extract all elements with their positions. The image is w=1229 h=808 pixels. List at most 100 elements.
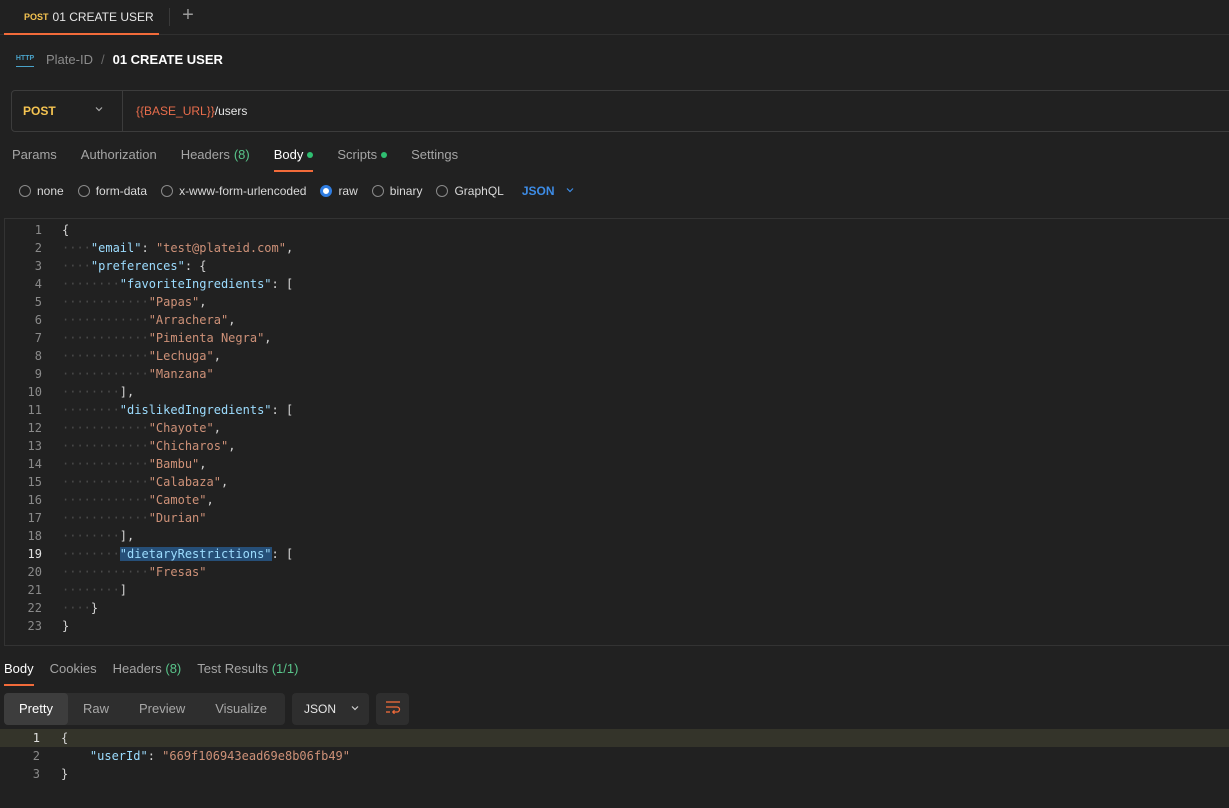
line-number: 14 [27,457,42,471]
radio-button[interactable] [77,185,90,197]
code-text: ········], [62,385,135,399]
line-number: 4 [34,277,42,291]
radio-button-selected[interactable] [320,185,333,197]
code-text: ············"Chicharos", [62,439,236,453]
code-line: 12 ············"Chayote", [5,419,1225,437]
code-text: ············"Bambu", [62,457,207,471]
tab-settings[interactable]: Settings [411,144,458,172]
status-dot [307,152,314,158]
response-body-viewer[interactable]: 1{2 "userId": "669f106943ead69e8b06fb49"… [0,728,1229,788]
tab-strip: POST 01 CREATE USER + [0,0,1229,35]
plus-icon[interactable]: + [178,4,198,26]
code-text: ····"email": "test@plateid.com", [62,241,294,255]
radio-label: binary [389,184,423,198]
body-format-select[interactable]: JSON [522,184,575,198]
line-number: 2 [32,749,40,763]
radio-binary[interactable]: binary [371,184,423,198]
status-dot [381,152,388,158]
radio-form-data[interactable]: form-data [77,184,148,198]
chevron-down-icon [94,104,104,117]
tab-label: Headers [112,661,162,676]
code-text: ············"Pimienta Negra", [62,331,272,345]
line-number: 1 [34,223,42,237]
tab-scripts[interactable]: Scripts [337,144,388,172]
http-icon: HTTP [16,51,34,67]
body-format-label: JSON [521,184,555,198]
line-number: 22 [27,601,42,615]
tab-body[interactable]: Body [273,144,314,172]
code-line: 5 ············"Papas", [5,293,1225,311]
response-tab-body[interactable]: Body [4,660,34,686]
code-text: ········], [62,529,135,543]
code-text: ····} [62,601,99,615]
response-format-select[interactable]: JSON [292,693,369,725]
radio-button[interactable] [19,185,31,197]
line-number: 12 [27,421,42,435]
tab-params[interactable]: Params [12,144,57,172]
code-text: ············"Durian" [62,511,207,525]
code-line: 19 ········"dietaryRestrictions": [ [5,545,1225,563]
line-number: 8 [34,349,42,363]
line-number: 1 [32,731,40,745]
code-text: ········] [62,583,128,597]
code-line: 22 ····} [5,599,1225,617]
radio-raw[interactable]: raw [320,184,358,198]
response-view-toggle: Pretty Raw Preview Visualize [4,693,285,725]
code-text: ············"Calabaza", [62,475,229,489]
request-tabs: Params Authorization Headers (8) Body Scr… [12,144,482,172]
code-line: 16 ············"Camote", [5,491,1225,509]
radio-button[interactable] [161,185,174,197]
code-line: 14 ············"Bambu", [5,455,1225,473]
radio-label: GraphQL [454,184,504,198]
radio-button[interactable] [371,185,384,197]
response-tab-test-results[interactable]: Test Results (1/1) [197,660,298,686]
tab-label: Test Results [197,661,269,676]
radio-label: raw [338,184,358,198]
code-line: 23} [5,617,1225,635]
view-visualize-button[interactable]: Visualize [200,693,282,725]
line-number: 3 [34,259,42,273]
code-line: 21 ········] [5,581,1225,599]
tab-authorization[interactable]: Authorization [81,144,157,172]
code-text: ············"Manzana" [62,367,214,381]
response-tab-cookies[interactable]: Cookies [50,660,97,686]
radio-graphql[interactable]: GraphQL [436,184,504,198]
tab-label: Body [273,147,304,162]
view-pretty-button[interactable]: Pretty [4,693,68,725]
response-tab-headers[interactable]: Headers (8) [113,660,182,686]
code-text: } [62,619,70,633]
view-preview-button[interactable]: Preview [124,693,200,725]
tab-headers[interactable]: Headers (8) [181,144,250,172]
url-variable: {{BASE_URL}} [136,104,215,118]
wrap-lines-button[interactable] [376,693,409,725]
code-text: ········"dislikedIngredients": [ [62,403,294,417]
line-number: 13 [27,439,42,453]
body-type-options: none form-data x-www-form-urlencoded raw… [19,181,575,201]
method-select[interactable]: POST [12,91,123,131]
breadcrumb-request[interactable]: 01 CREATE USER [113,52,223,67]
url-path: /users [214,104,248,118]
breadcrumb-collection[interactable]: Plate-ID [46,52,93,67]
view-raw-button[interactable]: Raw [68,693,124,725]
radio-button[interactable] [436,185,449,197]
breadcrumb-separator: / [100,51,105,67]
line-number: 7 [34,331,42,345]
code-line: 8 ············"Lechuga", [5,347,1225,365]
tab-name: 01 CREATE USER [52,9,154,24]
headers-count: (8) [233,147,250,162]
line-number: 11 [27,403,42,417]
code-line: 2 ····"email": "test@plateid.com", [5,239,1225,257]
response-text: } [61,767,69,781]
response-line: 1{ [0,729,1229,747]
code-text: ············"Fresas" [62,565,207,579]
request-tab[interactable]: POST 01 CREATE USER [4,0,159,35]
radio-label: form-data [95,184,148,198]
url-input[interactable]: {{BASE_URL}}/users [123,104,247,118]
code-line: 9 ············"Manzana" [5,365,1225,383]
request-body-editor[interactable]: 1{2 ····"email": "test@plateid.com", 3 ····… [4,218,1229,646]
response-line: 2 "userId": "669f106943ead69e8b06fb49" [0,747,1229,765]
code-line: 20 ············"Fresas" [5,563,1225,581]
code-text: ············"Arrachera", [62,313,236,327]
radio-none[interactable]: none [19,184,64,198]
radio-urlencoded[interactable]: x-www-form-urlencoded [161,184,306,198]
